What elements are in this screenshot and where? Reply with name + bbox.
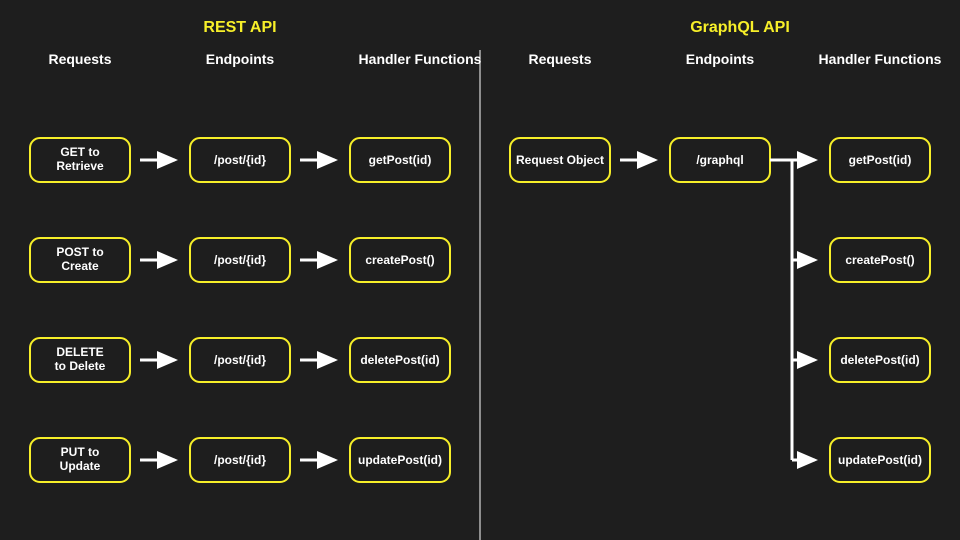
rest-col-handlers: Handler Functions [359,51,482,67]
rest-request-text: Update [60,459,101,473]
rest-request-text: PUT to [61,445,100,459]
rest-endpoint-text: /post/{id} [214,353,266,367]
gql-handler-text: deletePost(id) [840,353,919,367]
rest-request-text: Retrieve [56,159,104,173]
gql-col-requests: Requests [528,51,591,67]
graphql-title: GraphQL API [690,19,790,36]
rest-handler-text: deletePost(id) [360,353,439,367]
gql-col-endpoints: Endpoints [686,51,755,67]
rest-request-text: GET to [60,145,99,159]
gql-handler-text: createPost() [845,253,914,267]
rest-handler-text: getPost(id) [369,153,432,167]
gql-request-text: Request Object [516,153,604,167]
rest-handler-text: createPost() [365,253,434,267]
gql-col-handlers: Handler Functions [819,51,942,67]
rest-request-text: DELETE [56,345,103,359]
rest-title: REST API [203,19,276,36]
gql-handler-text: updatePost(id) [838,453,922,467]
rest-endpoint-text: /post/{id} [214,153,266,167]
rest-col-endpoints: Endpoints [206,51,275,67]
rest-request-text: POST to [56,245,103,259]
rest-col-requests: Requests [48,51,111,67]
gql-endpoint-text: /graphql [696,153,743,167]
rest-handler-text: updatePost(id) [358,453,442,467]
rest-endpoint-text: /post/{id} [214,253,266,267]
gql-handler-text: getPost(id) [849,153,912,167]
rest-endpoint-text: /post/{id} [214,453,266,467]
rest-request-text: to Delete [55,359,106,373]
rest-request-text: Create [61,259,99,273]
